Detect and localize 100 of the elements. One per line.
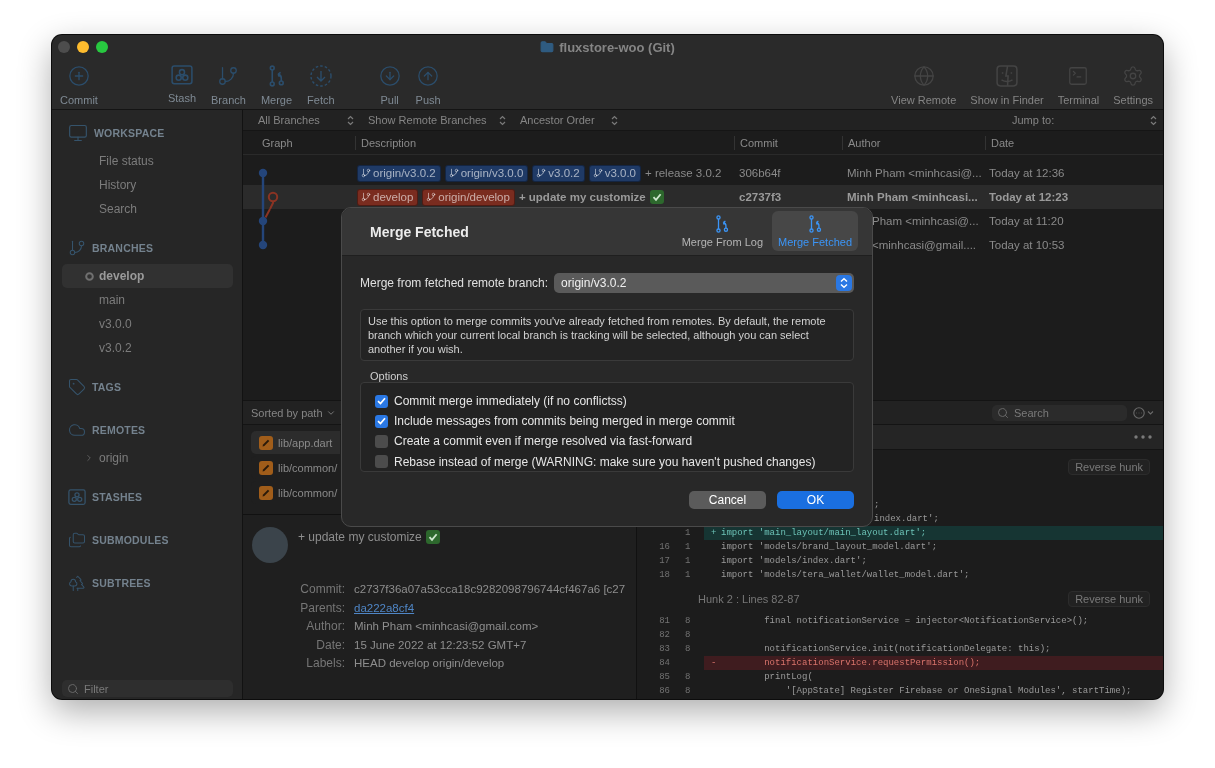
commit-message: + update my customize [518, 191, 646, 203]
down-arrow-circle-icon [378, 65, 401, 87]
line-number: 1 [685, 570, 691, 580]
line-number: 86 [659, 686, 670, 696]
sidebar-item[interactable]: File status [62, 149, 233, 173]
commit-ring-icon[interactable] [267, 191, 279, 203]
line-number: 8 [685, 630, 691, 640]
pencil-file-icon [259, 485, 273, 500]
option-label: Rebase instead of merge (WARNING: make sure you haven't pushed changes) [394, 454, 816, 469]
code-text: import 'models/index.dart'; [721, 555, 867, 568]
popup-button[interactable]: All Branches [258, 112, 354, 128]
sidebar-item[interactable]: History [62, 173, 233, 197]
commit-author: Minh Pham <minhcasi... [847, 191, 978, 203]
line-number: 1 [685, 542, 691, 552]
sidebar-item[interactable]: v3.0.2 [62, 336, 233, 360]
search-icon [997, 406, 1009, 419]
stepper-icon[interactable] [836, 275, 852, 291]
jump-to-popup[interactable]: Jump to: [1012, 112, 1157, 128]
line-number: 1 [685, 556, 691, 566]
field-value: HEAD develop origin/develop [354, 657, 505, 670]
toolbar-button[interactable]: Stash [167, 65, 197, 106]
dialog-tab[interactable]: Merge Fetched [772, 211, 858, 251]
popup-button[interactable]: Ancestor Order [520, 112, 618, 128]
field-label: Parents: [299, 600, 345, 615]
more-options-icon[interactable] [1133, 406, 1155, 419]
sidebar-item[interactable]: develop [62, 264, 233, 288]
sidebar-item[interactable]: main [62, 288, 233, 312]
toolbar-button[interactable]: Terminal [1057, 65, 1100, 106]
checkbox[interactable] [375, 414, 388, 428]
cancel-button[interactable]: Cancel [689, 491, 766, 509]
terminal-icon [1067, 65, 1090, 87]
file-row[interactable]: lib/app.dart [251, 431, 340, 454]
option-label: Include messages from commits being merged in merge commit [394, 414, 735, 429]
commit-dot-icon[interactable] [258, 168, 268, 178]
column-header[interactable]: Date [985, 135, 1163, 150]
branch-name: origin/v3.0.0 [460, 167, 524, 179]
column-header[interactable]: Commit [734, 135, 842, 150]
toolbar-button[interactable]: Branch [211, 65, 246, 106]
sidebar-item[interactable]: Search [62, 197, 233, 221]
line-number: 18 [659, 570, 670, 580]
option-label: Commit merge immediately (if no conflictss) [394, 394, 627, 409]
folder-icon [540, 40, 555, 54]
smiley-window-icon [996, 65, 1018, 87]
cloud-icon [68, 421, 86, 439]
sidebar-item[interactable]: v3.0.0 [62, 312, 233, 336]
toolbar-button[interactable]: Merge [260, 65, 293, 106]
line-number: 85 [659, 672, 670, 682]
parent-link[interactable]: da222a8cf4 [354, 601, 415, 614]
commit-row[interactable]: develop origin/develop + update my customize c2737f3 Minh Pham <minhcasi... Today at 12:23 [243, 185, 1163, 209]
sidebar-item[interactable]: origin [62, 446, 233, 470]
commit-dot-icon[interactable] [258, 216, 268, 226]
checkmark-icon [377, 417, 386, 426]
sidebar-section-title: STASHES [92, 491, 143, 503]
sidebar-section-title: REMOTES [92, 424, 146, 436]
sidebar-section-title: SUBMODULES [92, 534, 169, 546]
commit-hash: c2737f3 [739, 191, 782, 203]
toolbar-button[interactable]: Push [415, 65, 441, 106]
pencil-file-icon [259, 460, 273, 475]
dialog-tab[interactable]: Merge From Log [675, 211, 769, 251]
checkbox[interactable] [375, 455, 388, 469]
popup-button[interactable]: Show Remote Branches [368, 112, 506, 128]
reverse-hunk-button[interactable]: Reverse hunk [1068, 591, 1150, 607]
checkmark-icon [377, 397, 386, 406]
toolbar-button[interactable]: Settings [1113, 65, 1153, 106]
minimize-button[interactable] [77, 41, 89, 53]
sort-button[interactable]: Sorted by path [251, 406, 336, 419]
column-header[interactable]: Graph [243, 135, 355, 150]
checkbox[interactable] [375, 394, 388, 408]
toolbar-button[interactable]: Show in Finder [970, 65, 1044, 106]
up-down-chevron-icon [611, 114, 618, 126]
ok-button[interactable]: OK [777, 491, 854, 509]
tag-icon [68, 378, 86, 396]
chevron-right-icon[interactable] [84, 453, 94, 463]
more-icon[interactable] [1134, 435, 1152, 439]
branch-select[interactable]: origin/v3.0.2 [554, 273, 854, 293]
toolbar-button[interactable]: Pull [378, 65, 401, 106]
diff-marker: - [711, 658, 717, 668]
column-header[interactable]: Author [842, 135, 985, 150]
branch-icon [536, 168, 547, 178]
field-label: Labels: [305, 656, 345, 671]
zoom-button[interactable] [96, 41, 108, 53]
commit-dot-icon[interactable] [258, 240, 268, 250]
column-header[interactable]: Description [355, 135, 734, 150]
folders-icon [68, 531, 86, 549]
code-text: ; [874, 499, 880, 512]
help-text: Use this option to merge commits you've already fetched from remotes. By default, the remote branch which your current local branch is tracking will be selected, although you can select another if you wish. [360, 309, 854, 361]
toolbar-button[interactable]: Commit [60, 65, 98, 106]
search-field[interactable]: Search [992, 404, 1127, 421]
toolbar-button[interactable]: Fetch [307, 65, 335, 106]
code-text: import 'main_layout/main_layout.dart'; [721, 527, 927, 540]
checkbox[interactable] [375, 434, 388, 448]
branch-field-label: Merge from fetched remote branch: [360, 276, 549, 290]
reverse-hunk-button[interactable]: Reverse hunk [1068, 459, 1150, 475]
code-text: import 'models/tera_wallet/wallet_model.dart'; [721, 569, 970, 582]
line-number: 82 [659, 630, 670, 640]
filter-field[interactable]: Filter [62, 680, 233, 697]
branch-icon [68, 239, 86, 257]
toolbar-button[interactable]: View Remote [891, 65, 957, 106]
line-number: 83 [659, 644, 670, 654]
line-number: 8 [685, 672, 691, 682]
